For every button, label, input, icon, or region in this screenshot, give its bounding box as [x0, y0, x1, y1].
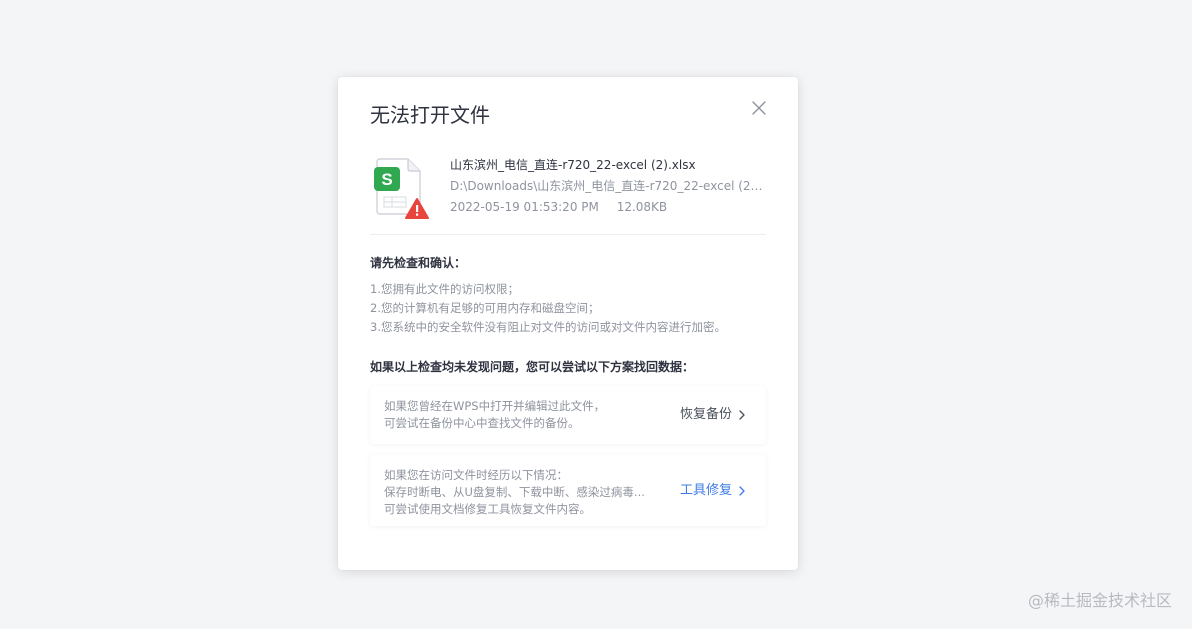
solution-heading: 如果以上检查均未发现问题，您可以尝试以下方案找回数据： [370, 360, 695, 374]
dialog-title: 无法打开文件 [370, 103, 490, 127]
open-file-error-dialog: 无法打开文件 S 山东滨州_电信_直连-r720_22-excel (2).xl… [338, 77, 798, 570]
repair-description: 如果您在访问文件时经历以下情况： 保存时断电、从U盘复制、下载中断、感染过病毒.… [384, 467, 664, 518]
file-card: S 山东滨州_电信_直连-r720_22-excel (2).xlsx D:\D… [374, 155, 766, 235]
chevron-right-icon [738, 409, 746, 421]
page: 无法打开文件 S 山东滨州_电信_直连-r720_22-excel (2).xl… [0, 0, 1192, 629]
chevron-right-icon [738, 485, 746, 497]
tool-repair-button[interactable]: 工具修复 [680, 482, 746, 500]
repair-option-card: 如果您在访问文件时经历以下情况： 保存时断电、从U盘复制、下载中断、感染过病毒.… [370, 455, 766, 526]
file-path: D:\Downloads\山东滨州_电信_直连-r720_22-excel (2… [450, 179, 766, 193]
restore-backup-button[interactable]: 恢复备份 [680, 406, 746, 424]
watermark: @稀土掘金技术社区 [1027, 591, 1172, 610]
repair-description-line: 保存时断电、从U盘复制、下载中断、感染过病毒... [384, 485, 645, 499]
spreadsheet-letter: S [381, 170, 392, 189]
spreadsheet-error-icon: S [374, 157, 432, 219]
backup-option-card: 如果您曾经在WPS中打开并编辑过此文件， 可尝试在备份中心中查找文件的备份。 恢… [370, 386, 766, 444]
backup-description-line: 如果您曾经在WPS中打开并编辑过此文件， [384, 399, 606, 413]
check-heading: 请先检查和确认： [370, 256, 467, 270]
file-size: 12.08KB [616, 200, 668, 214]
file-meta: 2022-05-19 01:53:20 PM 12.08KB [450, 198, 766, 216]
divider [370, 234, 766, 235]
restore-backup-label: 恢复备份 [679, 407, 732, 422]
tool-repair-label: 工具修复 [679, 483, 732, 498]
file-name: 山东滨州_电信_直连-r720_22-excel (2).xlsx [450, 158, 696, 172]
check-item: 1.您拥有此文件的访问权限； [370, 282, 519, 296]
file-datetime: 2022-05-19 01:53:20 PM [450, 200, 599, 214]
check-list: 1.您拥有此文件的访问权限； 2.您的计算机有足够的可用内存和磁盘空间； 3.您… [370, 280, 770, 337]
check-item: 3.您系统中的安全软件没有阻止对文件的访问或对文件内容进行加密。 [370, 320, 726, 334]
backup-description: 如果您曾经在WPS中打开并编辑过此文件， 可尝试在备份中心中查找文件的备份。 [384, 398, 664, 432]
file-info: 山东滨州_电信_直连-r720_22-excel (2).xlsx D:\Dow… [450, 155, 766, 216]
repair-description-line: 可尝试使用文档修复工具恢复文件内容。 [384, 502, 591, 516]
close-icon[interactable] [750, 99, 768, 117]
repair-description-line: 如果您在访问文件时经历以下情况： [384, 468, 568, 482]
backup-description-line: 可尝试在备份中心中查找文件的备份。 [384, 416, 580, 430]
check-item: 2.您的计算机有足够的可用内存和磁盘空间； [370, 301, 600, 315]
